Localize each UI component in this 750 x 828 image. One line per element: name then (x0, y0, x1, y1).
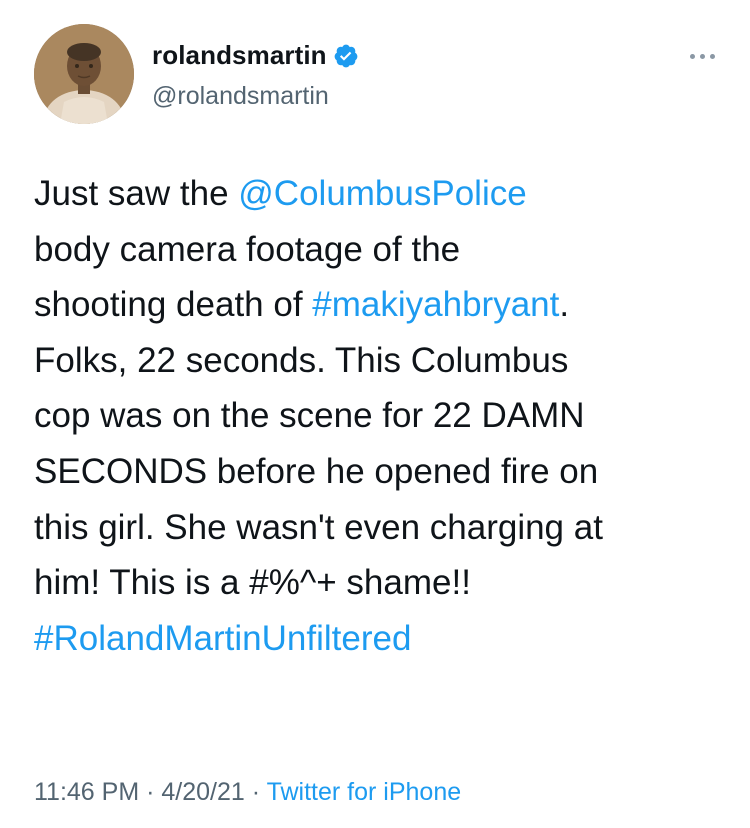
tweet-text-line: cop was on the scene for 22 DAMN (34, 388, 724, 444)
tweet-text-line: body camera footage of the (34, 222, 724, 278)
name-row: rolandsmartin (152, 40, 359, 71)
tweet-text-line: Just saw the @ColumbusPolice (34, 166, 724, 222)
tweet-text-segment: . (559, 285, 570, 325)
verified-badge-icon (333, 43, 359, 69)
more-horizontal-icon[interactable] (682, 46, 722, 66)
tweet-text-segment: him! This is a #%^+ shame!! (34, 563, 471, 603)
hashtag-link[interactable]: #makiyahbryant (312, 285, 559, 324)
more-dot (709, 53, 715, 59)
tweet-text-segment: Just saw the (34, 174, 239, 213)
more-dot (699, 53, 705, 59)
handle[interactable]: @rolandsmartin (152, 82, 329, 111)
tweet-text-line: SECONDS before he opened fire on (34, 444, 724, 500)
meta-separator: · (146, 778, 155, 806)
tweet-meta: 11:46 PM · 4/20/21 · Twitter for iPhone (34, 778, 461, 807)
tweet-text-line: this girl. She wasn't even charging at (34, 500, 724, 556)
tweet-text-line: shooting death of #makiyahbryant. (34, 277, 724, 333)
tweet-text-line: #RolandMartinUnfiltered (34, 611, 724, 667)
tweet-text-segment: Folks, 22 seconds. This Columbus (34, 340, 569, 380)
meta-separator: · (251, 778, 261, 806)
tweet-text-line: Folks, 22 seconds. This Columbus (34, 333, 724, 389)
hashtag-link[interactable]: #RolandMartinUnfiltered (34, 619, 411, 658)
child-portrait-avatar-icon (34, 24, 134, 124)
mention-link[interactable]: @ColumbusPolice (238, 174, 526, 213)
tweet-text: Just saw the @ColumbusPolice body camera … (34, 166, 724, 666)
tweet-text-segment: this girl. She wasn't even charging at (34, 507, 603, 547)
more-dot (689, 53, 695, 59)
tweet-time[interactable]: 11:46 PM (34, 778, 139, 806)
tweet-text-line: him! This is a #%^+ shame!! (34, 555, 724, 611)
tweet-text-segment: shooting death of (34, 285, 313, 325)
avatar[interactable] (34, 24, 134, 124)
display-name[interactable]: rolandsmartin (152, 40, 327, 71)
tweet-source-link[interactable]: Twitter for iPhone (267, 778, 462, 806)
tweet-text-segment: cop was on the scene for 22 DAMN (34, 396, 585, 436)
tweet-text-segment: body camera footage of the (34, 229, 461, 269)
tweet-date[interactable]: 4/20/21 (161, 778, 244, 806)
tweet-card: rolandsmartin @rolandsmartin Just saw th… (0, 0, 750, 828)
tweet-text-segment: SECONDS before he opened fire on (34, 451, 599, 491)
